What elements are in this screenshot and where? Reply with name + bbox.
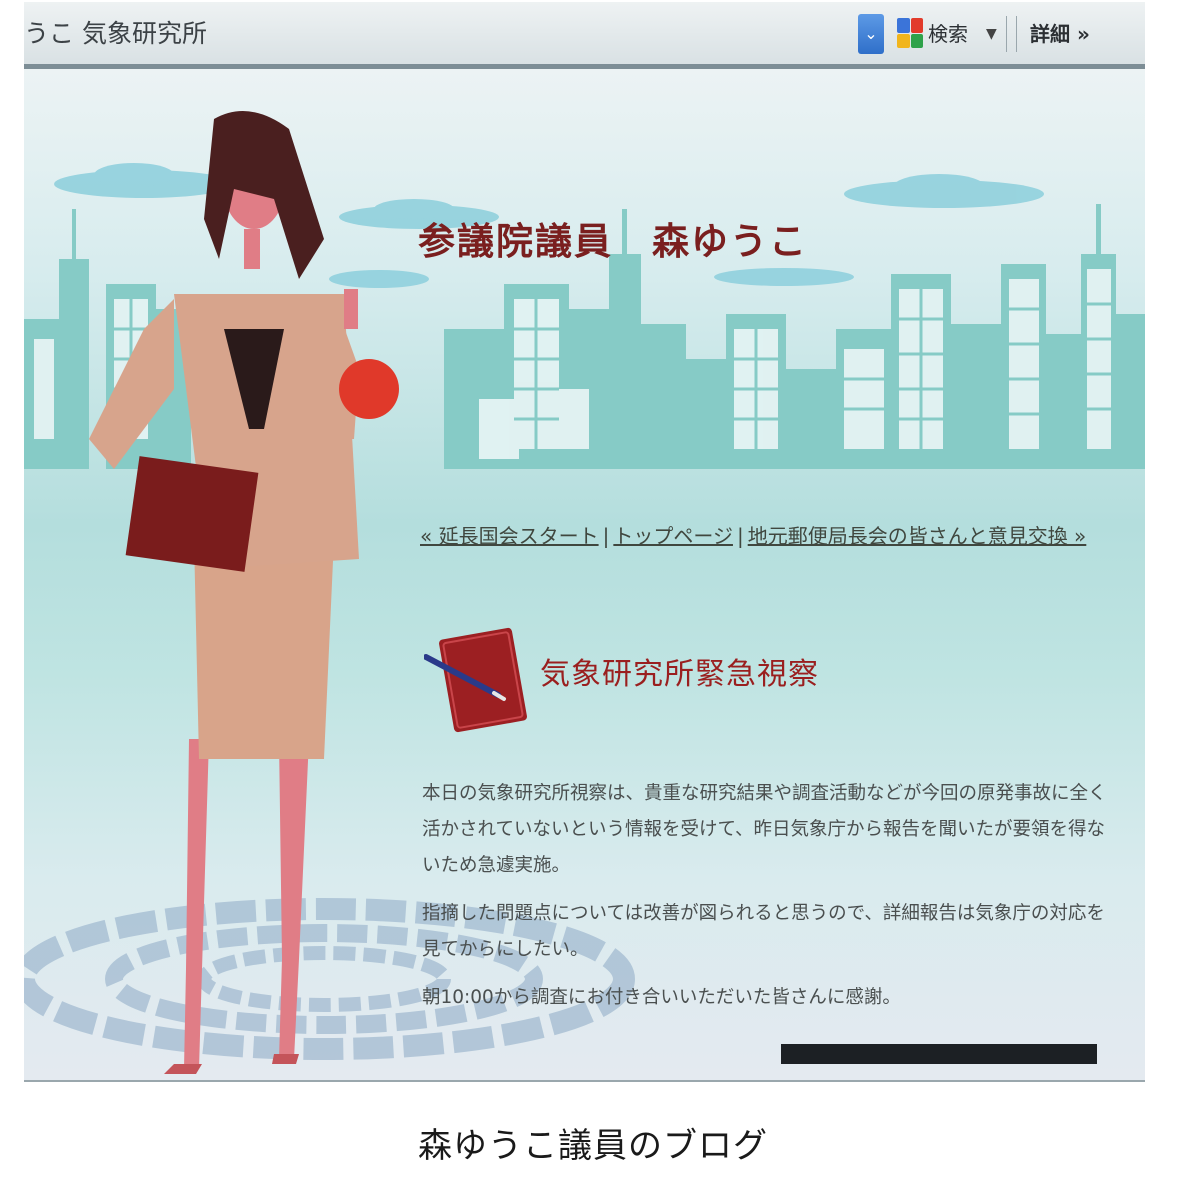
entry-title: 気象研究所緊急視察	[540, 657, 819, 692]
notebook-pen-icon	[424, 627, 527, 733]
chevron-down-icon: ⌄	[864, 24, 878, 43]
search-dropdown-caret[interactable]: ▼	[986, 14, 997, 54]
entry-navigation: « 延長国会スタート | トップページ | 地元郵便局長会の皆さんと意見交換 »	[420, 516, 1110, 556]
address-bar-text[interactable]: うこ 気象研究所	[24, 16, 207, 52]
entry-body: 本日の気象研究所視察は、貴重な研究結果や調査活動などが今回の原発事故に全く活かさ…	[422, 776, 1112, 1028]
details-button[interactable]: 詳細 »	[1030, 14, 1090, 54]
blog-page: 参議院議員 森ゆうこ « 延長国会スタート | トップページ | 地元郵便局長会の皆さん…	[24, 69, 1145, 1080]
toolbar-separator	[1016, 16, 1017, 52]
monitor-screen: うこ 気象研究所 ⌄ 検索 ▼ 詳細 » 参議院議員 森ゆうこ « 延長国会スタ…	[24, 2, 1145, 1080]
prev-entry-link[interactable]: « 延長国会スタート	[420, 524, 599, 548]
nav-separator: |	[736, 524, 744, 548]
browser-toolbar: うこ 気象研究所 ⌄ 検索 ▼ 詳細 »	[24, 2, 1145, 69]
search-button[interactable]: 検索	[928, 14, 968, 54]
entry-paragraph: 指摘した問題点については改善が図られると思うので、詳細報告は気象庁の対応を見てか…	[422, 903, 1105, 960]
entry-paragraph: 朝10:00から調査にお付き合いいただいた皆さんに感謝。	[422, 987, 901, 1008]
blog-title: 参議院議員 森ゆうこ	[418, 219, 808, 263]
embedded-media-bar	[781, 1044, 1097, 1064]
nav-separator: |	[602, 524, 610, 548]
top-page-link[interactable]: トップページ	[613, 524, 733, 548]
next-entry-link[interactable]: 地元郵便局長会の皆さんと意見交換 »	[748, 524, 1087, 548]
photo-caption: 森ゆうこ議員のブログ	[418, 1126, 768, 1166]
entry-paragraph: 本日の気象研究所視察は、貴重な研究結果や調査活動などが今回の原発事故に全く活かさ…	[422, 783, 1107, 876]
google-icon	[897, 18, 923, 48]
address-dropdown-button[interactable]: ⌄	[858, 14, 884, 54]
woman-illustration	[89, 111, 399, 1074]
toolbar-separator	[1006, 16, 1007, 52]
